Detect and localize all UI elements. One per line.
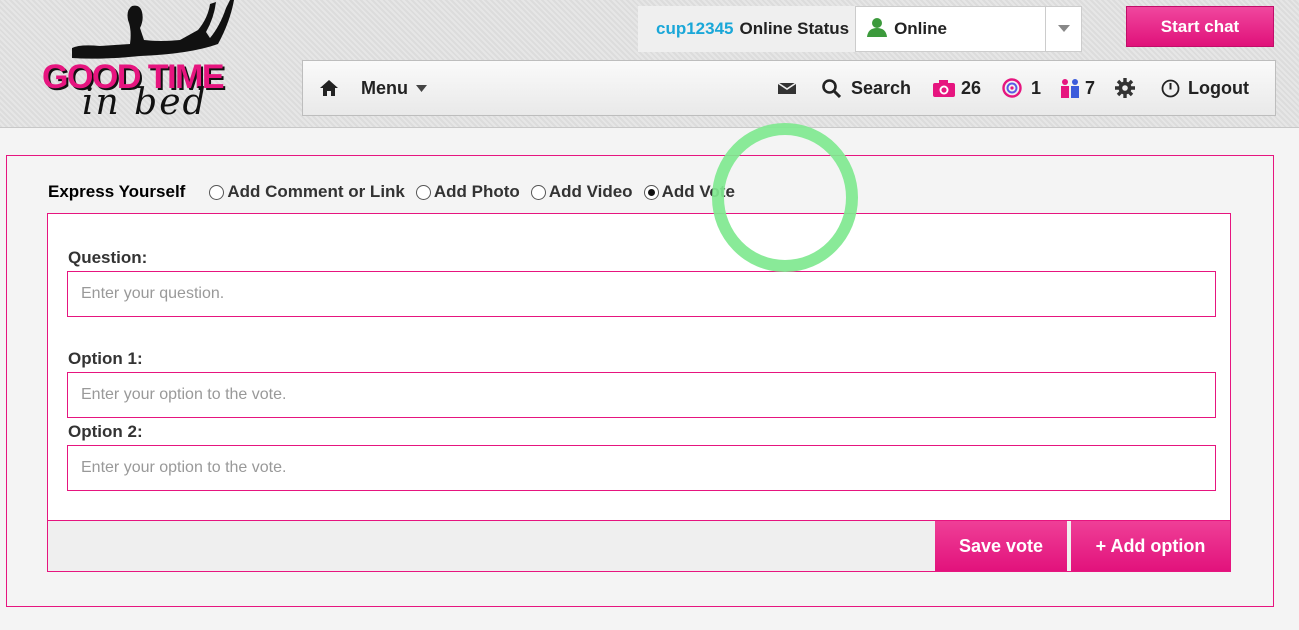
gear-icon[interactable] (1115, 61, 1135, 115)
radio-button[interactable] (415, 184, 431, 200)
online-status-label: Online Status (739, 19, 850, 38)
logo-subtitle: in bed (82, 82, 208, 123)
search-nav[interactable]: Search (822, 61, 911, 115)
target-icon (1002, 78, 1022, 98)
matches-count: 7 (1085, 77, 1096, 98)
matches-counter[interactable]: 7 (1059, 61, 1095, 115)
radio-add-video[interactable]: Add Video (530, 182, 633, 202)
radio-button-selected[interactable] (643, 184, 659, 200)
option-1-label: Option 1: (68, 349, 143, 368)
radio-button[interactable] (530, 184, 546, 200)
site-logo[interactable]: GOOD TIME in bed (40, 0, 250, 123)
photos-count: 26 (961, 77, 982, 98)
power-icon (1161, 79, 1180, 97)
search-icon (822, 78, 841, 98)
person-icon (866, 17, 888, 42)
radio-button[interactable] (209, 184, 225, 200)
visits-counter[interactable]: 1 (1002, 61, 1041, 115)
add-option-button[interactable]: + Add option (1071, 521, 1230, 571)
camera-icon (933, 80, 955, 97)
logout-link[interactable]: Logout (1161, 61, 1249, 115)
username-link[interactable]: cup12345 (656, 19, 734, 39)
start-chat-button[interactable]: Start chat (1126, 6, 1274, 47)
radio-add-photo[interactable]: Add Photo (415, 182, 520, 202)
option-2-label: Option 2: (68, 422, 143, 441)
couple-icon (1061, 79, 1079, 98)
radio-label: Add Video (548, 182, 633, 201)
express-yourself-label: Express Yourself (48, 182, 186, 201)
online-status-value: Online (894, 19, 947, 38)
radio-add-vote[interactable]: Add Vote (643, 182, 735, 202)
reclining-woman-logo-icon (72, 0, 234, 59)
photos-counter[interactable]: 26 (933, 61, 981, 115)
visits-count: 1 (1031, 77, 1042, 98)
menu-label: Menu (361, 77, 408, 98)
radio-label: Add Comment or Link (227, 182, 405, 201)
question-label: Question: (68, 248, 148, 267)
option-2-input[interactable] (67, 445, 1216, 491)
caret-down-icon (416, 84, 427, 92)
online-status-select[interactable]: Online (855, 6, 1083, 52)
express-yourself-row: Express Yourself Add Comment or Link Add… (48, 180, 746, 204)
radio-label: Add Vote (661, 182, 735, 201)
chevron-down-icon[interactable] (1045, 7, 1081, 51)
option-1-input[interactable] (67, 372, 1216, 418)
messages-envelope-icon[interactable] (778, 61, 796, 115)
question-input[interactable] (67, 271, 1216, 317)
online-status-bar: cup12345 Online Status Online (638, 6, 1083, 52)
home-icon[interactable] (319, 61, 339, 115)
menu-dropdown[interactable]: Menu (361, 61, 427, 115)
logout-label: Logout (1188, 77, 1249, 98)
radio-label: Add Photo (433, 182, 520, 201)
save-vote-button[interactable]: Save vote (935, 521, 1067, 571)
search-label: Search (851, 77, 912, 98)
radio-add-comment[interactable]: Add Comment or Link (209, 182, 405, 202)
main-navbar: Menu Search 26 1 7 Logout (302, 60, 1276, 116)
